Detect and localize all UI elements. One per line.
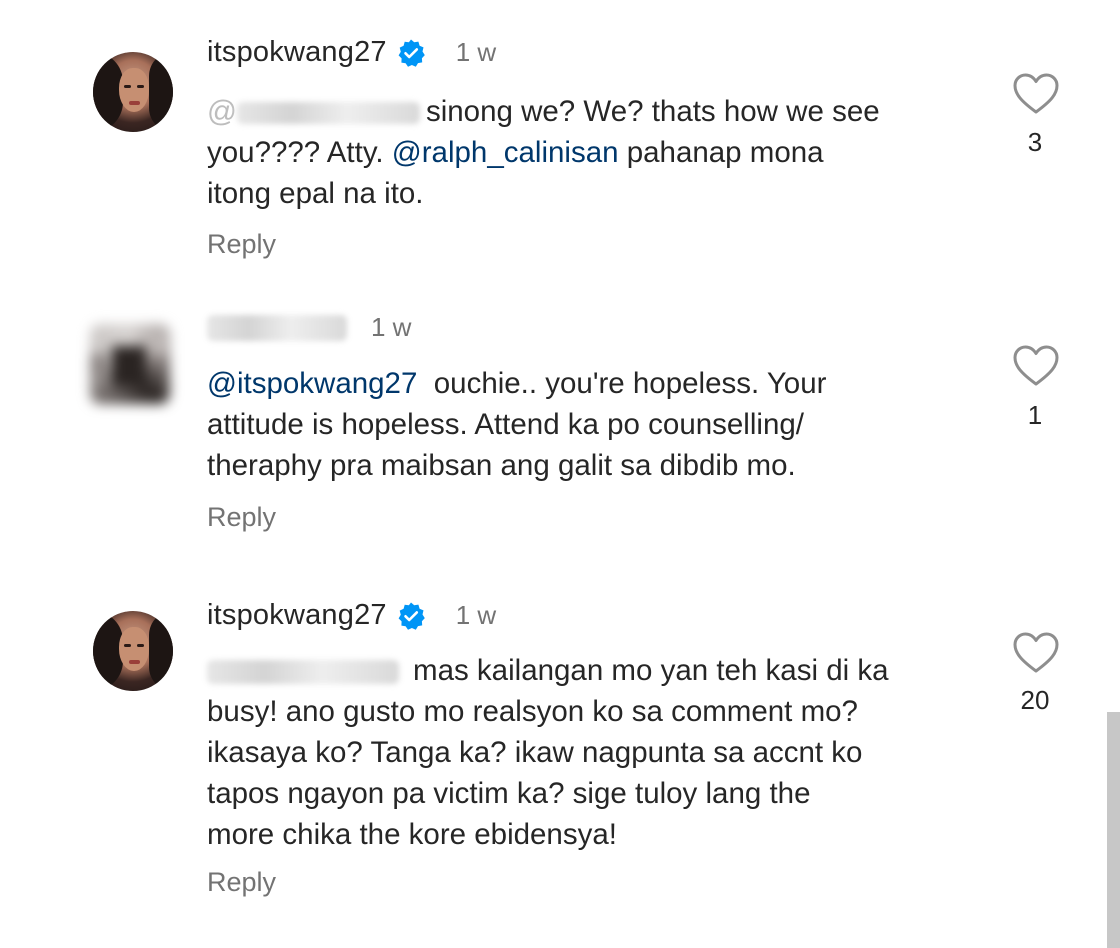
- timestamp: 1 w: [455, 600, 497, 630]
- comments-page: itspokwang27 1 w @ sinong we? We? thats h…: [0, 0, 1120, 948]
- comment-item: itspokwang27 1 w mas kailangan mo yan te…: [0, 565, 1120, 948]
- comment-header: itspokwang27 1 w: [207, 599, 496, 632]
- heart-outline-icon[interactable]: [1012, 631, 1060, 675]
- redacted-mention: [207, 660, 399, 685]
- timestamp: 1 w: [455, 37, 497, 67]
- scrollbar[interactable]: [1107, 712, 1120, 948]
- mention-link[interactable]: @ralph_calinisan: [392, 136, 619, 169]
- comment-text: @ sinong we? We? thats how we see you????…: [207, 95, 880, 210]
- heart-outline-icon[interactable]: [1012, 72, 1060, 116]
- redacted-mention: [236, 102, 420, 125]
- mention-prefix[interactable]: @: [207, 95, 237, 128]
- timestamp: 1 w: [371, 312, 412, 342]
- comment-item: 1 w @itspokwang27 ouchie.. you're hopele…: [0, 290, 1120, 565]
- comment-header: itspokwang27 1 w: [207, 36, 496, 69]
- username[interactable]: itspokwang27: [207, 36, 387, 69]
- avatar[interactable]: [93, 52, 173, 132]
- reply-button[interactable]: Reply: [207, 502, 276, 533]
- redacted-username[interactable]: [207, 314, 347, 341]
- like-count: 3: [1027, 127, 1043, 157]
- heart-outline-icon[interactable]: [1012, 344, 1060, 388]
- comment-text: @itspokwang27 ouchie.. you're hopeless. …: [207, 367, 827, 482]
- comment-header: 1 w: [207, 312, 411, 343]
- comment-item: itspokwang27 1 w @ sinong we? We? thats h…: [0, 0, 1120, 290]
- verified-badge-icon: [396, 38, 426, 68]
- like-count: 20: [1020, 685, 1050, 715]
- mention-link[interactable]: @itspokwang27: [207, 367, 417, 400]
- like-count: 1: [1027, 400, 1043, 430]
- avatar[interactable]: [93, 611, 173, 691]
- reply-button[interactable]: Reply: [207, 229, 276, 260]
- reply-button[interactable]: Reply: [207, 867, 276, 898]
- verified-badge-icon: [396, 601, 426, 631]
- avatar[interactable]: [90, 324, 170, 404]
- username[interactable]: itspokwang27: [207, 599, 387, 632]
- comment-text: mas kailangan mo yan teh kasi di ka busy…: [207, 654, 889, 851]
